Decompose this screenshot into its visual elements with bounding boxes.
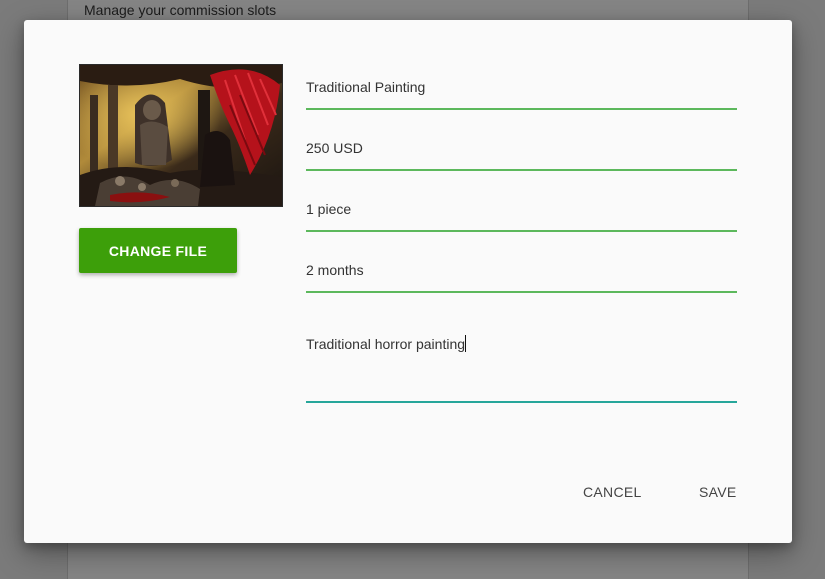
artwork-preview-image bbox=[79, 64, 283, 207]
save-button[interactable]: SAVE bbox=[699, 484, 737, 500]
title-field-value: Traditional Painting bbox=[306, 79, 426, 95]
edit-commission-dialog: CHANGE FILE Traditional Painting 250 USD… bbox=[24, 20, 792, 543]
duration-field[interactable]: 2 months bbox=[306, 247, 737, 293]
background-card-title: Manage your commission slots bbox=[84, 2, 277, 18]
description-field-value: Traditional horror painting bbox=[306, 336, 466, 352]
quantity-field-value: 1 piece bbox=[306, 201, 352, 217]
cancel-button[interactable]: CANCEL bbox=[583, 484, 642, 500]
title-field[interactable]: Traditional Painting bbox=[306, 64, 737, 110]
description-field-wrapper: Traditional horror painting bbox=[306, 335, 467, 352]
change-file-button[interactable]: CHANGE FILE bbox=[79, 228, 237, 273]
text-cursor bbox=[465, 335, 467, 352]
description-textarea[interactable]: Traditional horror painting bbox=[306, 320, 737, 403]
duration-field-value: 2 months bbox=[306, 262, 364, 278]
quantity-field[interactable]: 1 piece bbox=[306, 186, 737, 232]
price-field[interactable]: 250 USD bbox=[306, 125, 737, 171]
price-field-value: 250 USD bbox=[306, 140, 363, 156]
artwork-painting-graphic bbox=[80, 65, 282, 206]
